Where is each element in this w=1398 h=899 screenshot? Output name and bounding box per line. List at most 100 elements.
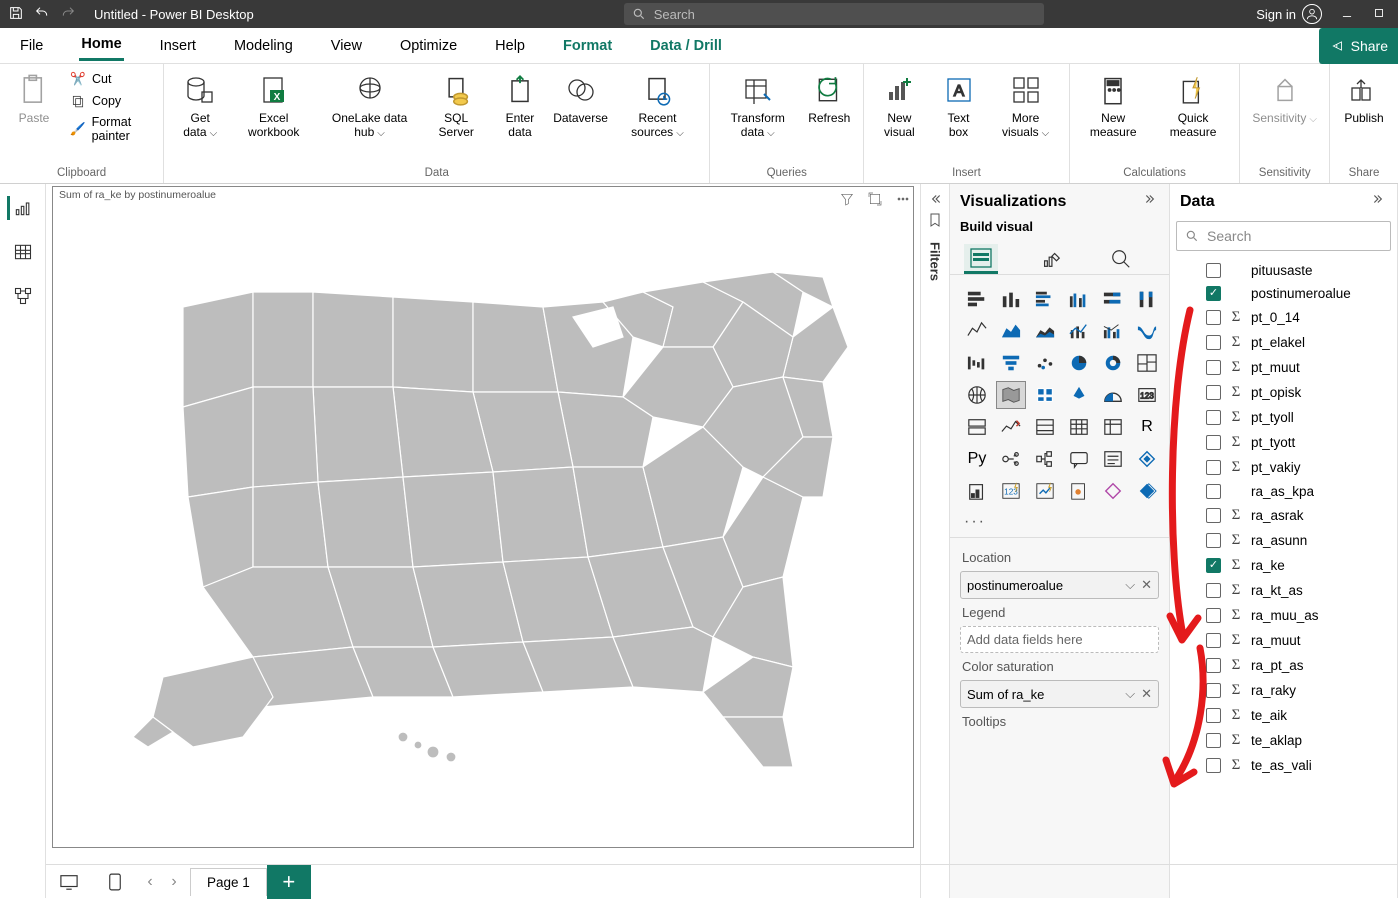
field-row-pt_tyoll[interactable]: Σpt_tyoll [1202,405,1397,430]
filled-map-icon[interactable] [996,381,1026,409]
tab-format[interactable]: Format [561,32,614,60]
format-visual-tab[interactable] [1034,244,1068,274]
scatter-icon[interactable] [1030,349,1060,377]
field-row-te_aik[interactable]: Σte_aik [1202,703,1397,728]
share-button[interactable]: Share [1319,28,1398,64]
get-more-visuals-icon[interactable] [1132,477,1162,505]
transform-data-button[interactable]: Transform data [718,68,797,140]
excel-workbook-button[interactable]: XExcel workbook [234,68,313,140]
area-chart-icon[interactable] [996,317,1026,345]
new-visual-button[interactable]: New visual [872,68,926,140]
field-checkbox[interactable] [1206,410,1221,425]
paginated-report-icon[interactable] [1132,445,1162,473]
field-checkbox[interactable] [1206,310,1221,325]
field-checkbox[interactable] [1206,633,1221,648]
map-visual[interactable]: Sum of ra_ke by postinumeroalue [52,186,914,848]
field-checkbox[interactable] [1206,484,1221,499]
field-row-ra_muu_as[interactable]: Σra_muu_as [1202,603,1397,628]
smart-narrative-icon[interactable] [1098,445,1128,473]
filter-icon[interactable] [839,191,855,212]
report-canvas[interactable]: Sum of ra_ke by postinumeroalue [46,184,920,898]
quick-measure-button[interactable]: Quick measure [1155,68,1232,140]
clustered-column-icon[interactable] [1064,285,1094,313]
qa-visual-icon[interactable] [1064,445,1094,473]
field-row-ra_asrak[interactable]: Σra_asrak [1202,503,1397,528]
field-row-ra_as_kpa[interactable]: ra_as_kpa [1202,480,1397,503]
tab-data-drill[interactable]: Data / Drill [648,32,724,60]
format-painter-button[interactable]: 🖌️Format painter [66,114,155,144]
color-saturation-well[interactable]: Sum of ra_ke ⌵✕ [960,680,1159,708]
ribbon-chart-icon[interactable] [1132,317,1162,345]
table-view-button[interactable] [9,240,37,264]
get-data-button[interactable]: Get data [172,68,228,140]
multi-row-card-icon[interactable] [962,413,992,441]
report-view-button[interactable] [7,196,35,220]
remove-field-icon[interactable]: ✕ [1141,577,1152,593]
enter-data-button[interactable]: Enter data [493,68,548,140]
field-row-ra_pt_as[interactable]: Σra_pt_as [1202,653,1397,678]
donut-icon[interactable] [1098,349,1128,377]
map-icon[interactable] [962,381,992,409]
minimize-button[interactable] [1340,6,1354,23]
maximize-button[interactable] [1372,6,1386,23]
field-checkbox[interactable] [1206,558,1221,573]
field-checkbox[interactable] [1206,708,1221,723]
pie-icon[interactable] [1064,349,1094,377]
mobile-layout-icon[interactable] [92,872,138,892]
focus-mode-icon[interactable] [867,191,883,212]
prev-page-button[interactable]: ‹ [138,873,162,891]
sql-server-button[interactable]: SQL Server [426,68,487,140]
field-checkbox[interactable] [1206,733,1221,748]
chevron-down-icon[interactable]: ⌵ [1125,686,1135,702]
power-automate-icon[interactable]: 123 [996,477,1026,505]
next-page-button[interactable]: › [162,873,186,891]
build-visual-tab[interactable] [964,244,998,274]
search-box[interactable]: Search [624,3,1044,25]
field-row-pt_vakiy[interactable]: Σpt_vakiy [1202,455,1397,480]
field-checkbox[interactable] [1206,583,1221,598]
field-checkbox[interactable] [1206,758,1221,773]
publish-button[interactable]: Publish [1338,68,1390,126]
line-clustered-column-icon[interactable] [1098,317,1128,345]
redo-icon[interactable] [60,5,76,24]
more-options-icon[interactable] [895,191,911,212]
field-row-postinumeroalue[interactable]: postinumeroalue [1202,282,1397,305]
page-tab-1[interactable]: Page 1 [190,868,267,896]
analytics-tab[interactable] [1104,244,1138,274]
line-stacked-column-icon[interactable] [1064,317,1094,345]
shape-map-icon[interactable] [1030,381,1060,409]
custom-visual-icon[interactable] [1098,477,1128,505]
gauge-icon[interactable] [1098,381,1128,409]
collapse-right-icon[interactable] [1371,192,1387,211]
recent-sources-button[interactable]: Recent sources [614,68,702,140]
field-checkbox[interactable] [1206,683,1221,698]
field-checkbox[interactable] [1206,286,1221,301]
key-influencers-icon[interactable] [996,445,1026,473]
field-row-ra_asunn[interactable]: Σra_asunn [1202,528,1397,553]
field-row-ra_ke[interactable]: Σra_ke [1202,553,1397,578]
copy-button[interactable]: Copy [66,92,155,110]
field-row-ra_kt_as[interactable]: Σra_kt_as [1202,578,1397,603]
paste-button[interactable]: Paste [8,68,60,126]
field-checkbox[interactable] [1206,658,1221,673]
onelake-button[interactable]: OneLake data hub [319,68,420,140]
tab-modeling[interactable]: Modeling [232,32,295,60]
field-row-te_aklap[interactable]: Σte_aklap [1202,728,1397,753]
tab-view[interactable]: View [329,32,364,60]
tab-home[interactable]: Home [79,30,123,61]
chevron-down-icon[interactable]: ⌵ [1125,577,1135,593]
field-row-ra_muut[interactable]: Σra_muut [1202,628,1397,653]
collapse-right-icon[interactable] [1143,192,1159,211]
field-checkbox[interactable] [1206,263,1221,278]
r-visual-icon[interactable]: R [1132,413,1162,441]
line-chart-icon[interactable] [962,317,992,345]
field-checkbox[interactable] [1206,385,1221,400]
save-icon[interactable] [8,5,24,24]
card-icon[interactable]: 123 [1132,381,1162,409]
field-checkbox[interactable] [1206,508,1221,523]
field-checkbox[interactable] [1206,533,1221,548]
field-row-ra_raky[interactable]: Σra_raky [1202,678,1397,703]
filters-pane-collapsed[interactable]: Filters [920,184,950,898]
desktop-layout-icon[interactable] [46,873,92,891]
tab-insert[interactable]: Insert [158,32,198,60]
